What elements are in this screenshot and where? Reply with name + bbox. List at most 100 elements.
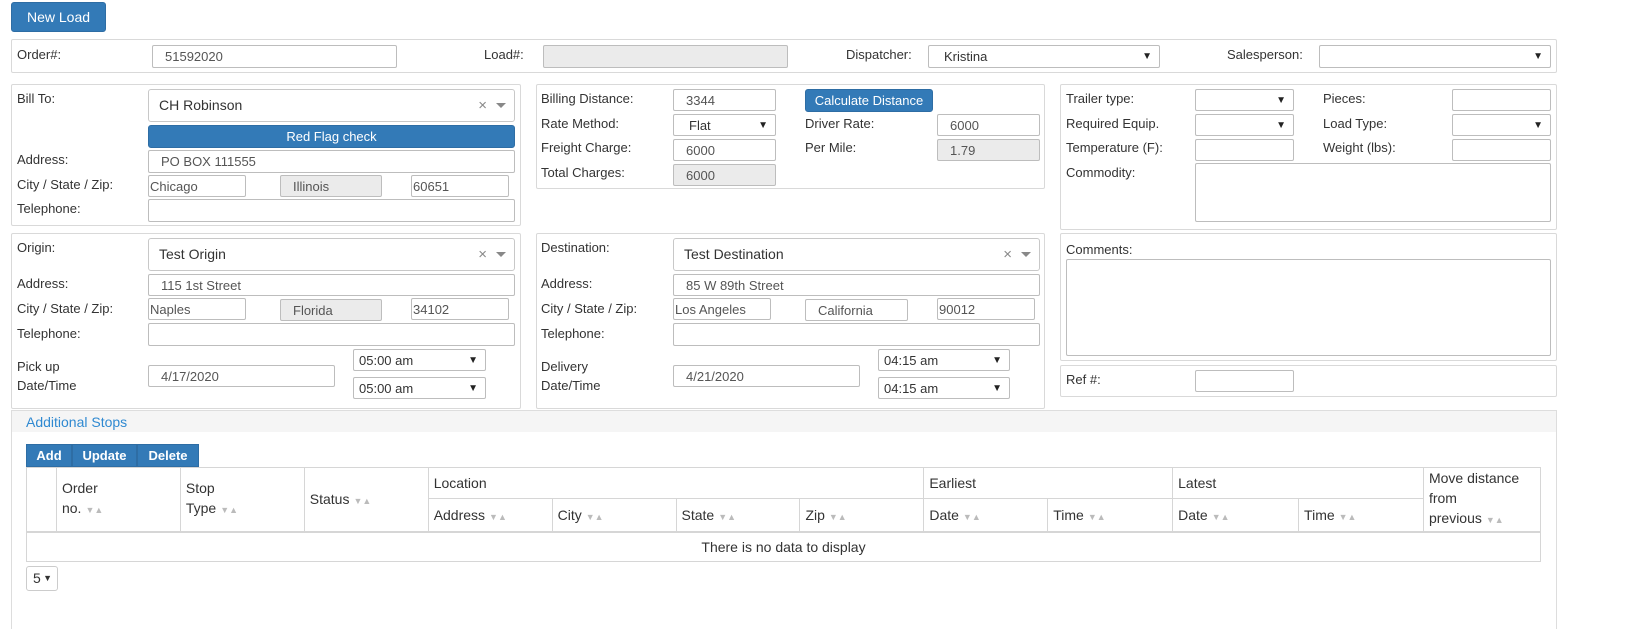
sort-icon[interactable]: ▼▲: [489, 512, 507, 522]
delivery-time-to-select[interactable]: 04:15 am ▼: [878, 377, 1010, 399]
bill-to-zip-field[interactable]: 60651: [411, 175, 509, 197]
weight-label: Weight (lbs):: [1323, 140, 1396, 155]
commodity-textarea[interactable]: [1195, 163, 1551, 222]
sort-icon[interactable]: ▼▲: [353, 496, 371, 506]
move-distance-column-header[interactable]: Move distance from previous ▼▲: [1422, 467, 1542, 532]
latest-date-column-header[interactable]: Date ▼▲: [1172, 498, 1300, 532]
earliest-time-column-header[interactable]: Time ▼▲: [1047, 498, 1174, 532]
trailer-type-label: Trailer type:: [1066, 91, 1135, 106]
destination-state-field[interactable]: California: [805, 299, 908, 321]
latest-date-header-label: Date: [1178, 506, 1208, 523]
zip-header-label: Zip: [805, 506, 825, 523]
origin-telephone-field[interactable]: [148, 323, 515, 346]
calculate-distance-button[interactable]: Calculate Distance: [805, 89, 933, 112]
bill-to-address-field[interactable]: PO BOX 111555: [148, 150, 515, 173]
per-mile-field[interactable]: 1.79: [937, 139, 1040, 161]
clear-icon[interactable]: ×: [1003, 239, 1012, 270]
load-number-field[interactable]: [543, 45, 788, 68]
pieces-field[interactable]: [1452, 89, 1551, 111]
destination-zip-field[interactable]: 90012: [937, 298, 1035, 320]
weight-field[interactable]: [1452, 139, 1551, 161]
destination-combobox[interactable]: Test Destination ×: [673, 238, 1040, 271]
origin-address-field[interactable]: 115 1st Street: [148, 274, 515, 296]
destination-city-field[interactable]: Los Angeles: [673, 298, 771, 320]
sort-icon[interactable]: ▼▲: [85, 505, 103, 515]
clear-icon[interactable]: ×: [478, 239, 487, 270]
sort-icon[interactable]: ▼▲: [220, 505, 238, 515]
origin-combobox[interactable]: Test Origin ×: [148, 238, 515, 271]
order-no-column-header[interactable]: Order no. ▼▲: [55, 467, 181, 532]
sort-icon[interactable]: ▼▲: [1486, 515, 1504, 525]
status-header-label: Status: [309, 491, 350, 508]
delete-stop-button[interactable]: Delete: [137, 444, 199, 467]
origin-state-field[interactable]: Florida: [280, 299, 382, 321]
load-type-select[interactable]: ▼: [1452, 114, 1551, 136]
page-size-value: 5: [33, 570, 41, 586]
origin-telephone-label: Telephone:: [17, 326, 81, 341]
clear-icon[interactable]: ×: [478, 90, 487, 121]
sort-icon[interactable]: ▼▲: [586, 512, 604, 522]
salesperson-select[interactable]: ▼: [1319, 45, 1551, 68]
bill-to-combobox[interactable]: CH Robinson ×: [148, 89, 515, 122]
city-column-header[interactable]: City ▼▲: [551, 498, 677, 532]
per-mile-label: Per Mile:: [805, 140, 857, 155]
caret-down-icon[interactable]: [496, 103, 506, 108]
driver-rate-label: Driver Rate:: [805, 116, 875, 131]
pickup-time-to-select[interactable]: 05:00 am ▼: [353, 377, 486, 399]
sort-icon[interactable]: ▼▲: [718, 512, 736, 522]
add-stop-button[interactable]: Add: [26, 444, 72, 467]
sort-icon[interactable]: ▼▲: [963, 512, 981, 522]
bill-to-telephone-field[interactable]: [148, 199, 515, 222]
page-size-select[interactable]: 5 ▼: [26, 566, 58, 591]
sort-icon[interactable]: ▼▲: [1088, 512, 1106, 522]
total-charges-field[interactable]: 6000: [673, 164, 776, 186]
temperature-field[interactable]: [1195, 139, 1294, 161]
destination-address-field[interactable]: 85 W 89th Street: [673, 274, 1040, 296]
state-column-header[interactable]: State ▼▲: [675, 498, 801, 532]
bill-to-state-field[interactable]: Illinois: [280, 175, 382, 197]
caret-down-icon[interactable]: [496, 252, 506, 257]
temperature-label: Temperature (F):: [1066, 140, 1163, 155]
origin-zip-field[interactable]: 34102: [411, 298, 509, 320]
bill-to-value: CH Robinson: [159, 97, 243, 113]
new-load-button[interactable]: New Load: [11, 2, 106, 32]
ref-field[interactable]: [1195, 370, 1294, 392]
order-no-header-line1: Order: [61, 480, 98, 497]
delivery-date-field[interactable]: 4/21/2020: [673, 365, 860, 387]
stop-type-column-header[interactable]: Stop Type ▼▲: [179, 467, 305, 532]
required-equip-select[interactable]: ▼: [1195, 114, 1294, 136]
origin-city-field[interactable]: Naples: [148, 298, 246, 320]
update-stop-button[interactable]: Update: [72, 444, 137, 467]
trailer-type-select[interactable]: ▼: [1195, 89, 1294, 111]
earliest-date-header-label: Date: [929, 506, 959, 523]
dispatcher-select[interactable]: Kristina ▼: [928, 45, 1160, 68]
move-distance-header-line2: from previous: [1428, 490, 1482, 527]
origin-address-label: Address:: [17, 276, 69, 291]
sort-icon[interactable]: ▼▲: [1212, 512, 1230, 522]
freight-charge-field[interactable]: 6000: [673, 139, 776, 161]
billing-distance-field[interactable]: 3344: [673, 89, 776, 111]
status-column-header[interactable]: Status ▼▲: [303, 467, 429, 532]
destination-telephone-field[interactable]: [673, 323, 1040, 346]
sort-icon[interactable]: ▼▲: [829, 512, 847, 522]
destination-csz-label: City / State / Zip:: [541, 301, 638, 316]
chevron-down-icon: ▼: [1533, 51, 1543, 62]
delivery-time-from-select[interactable]: 04:15 am ▼: [878, 349, 1010, 371]
rate-method-select[interactable]: Flat ▼: [673, 114, 776, 136]
pickup-date-field[interactable]: 4/17/2020: [148, 365, 335, 387]
driver-rate-field[interactable]: 6000: [937, 114, 1040, 136]
address-column-header[interactable]: Address ▼▲: [427, 498, 553, 532]
zip-column-header[interactable]: Zip ▼▲: [799, 498, 925, 532]
additional-stops-title[interactable]: Additional Stops: [26, 414, 127, 430]
red-flag-check-button[interactable]: Red Flag check: [148, 125, 515, 148]
load-number-label: Load#:: [484, 47, 524, 62]
earliest-date-column-header[interactable]: Date ▼▲: [923, 498, 1049, 532]
bill-to-city-field[interactable]: Chicago: [148, 175, 246, 197]
order-number-field[interactable]: 51592020: [152, 45, 397, 68]
ref-label: Ref #:: [1066, 372, 1101, 387]
latest-time-column-header[interactable]: Time ▼▲: [1298, 498, 1424, 532]
sort-icon[interactable]: ▼▲: [1339, 512, 1357, 522]
caret-down-icon[interactable]: [1021, 252, 1031, 257]
pickup-time-from-select[interactable]: 05:00 am ▼: [353, 349, 486, 371]
comments-textarea[interactable]: [1066, 259, 1551, 356]
